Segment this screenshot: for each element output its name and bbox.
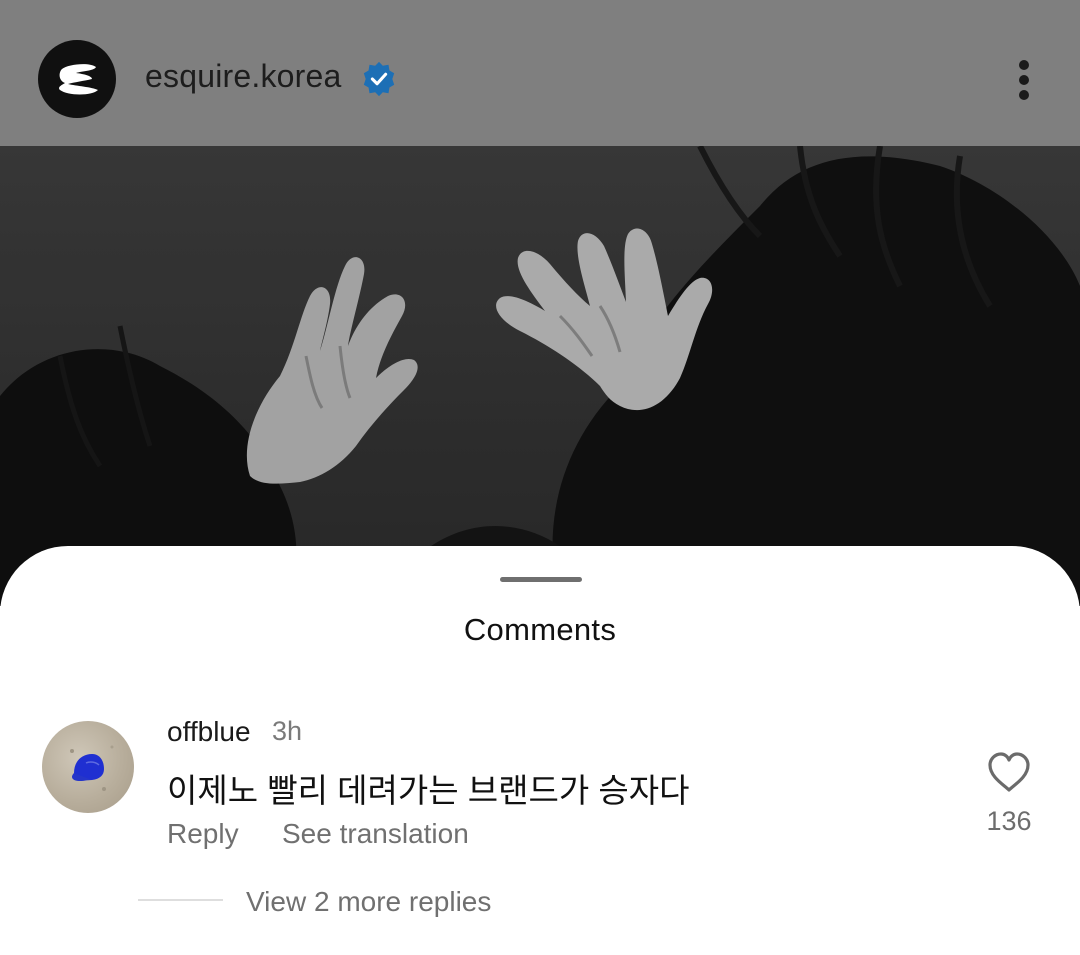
view-more-replies-button[interactable]: View 2 more replies (246, 886, 491, 918)
heart-icon[interactable] (986, 750, 1032, 794)
more-options-button[interactable] (1004, 56, 1044, 104)
blue-cap-icon (70, 745, 114, 791)
sheet-title: Comments (463, 612, 617, 647)
profile-avatar[interactable] (38, 40, 116, 118)
sheet-drag-handle[interactable] (500, 577, 582, 582)
post-photo (0, 146, 1080, 606)
reply-button[interactable]: Reply (167, 818, 239, 850)
comment-avatar[interactable] (42, 721, 134, 813)
post-username[interactable]: esquire.korea (145, 58, 342, 95)
verified-badge-icon (363, 61, 395, 97)
comment-username[interactable]: offblue (167, 716, 251, 748)
comment-timestamp: 3h (272, 716, 303, 746)
comment-text: 이제노 빨리 데려가는 브랜드가 승자다 (167, 772, 690, 809)
esquire-e-logo-icon (59, 64, 98, 95)
vertical-dots-icon (1019, 60, 1029, 70)
see-translation-button[interactable]: See translation (282, 818, 469, 850)
post-header: esquire.korea (0, 0, 1080, 146)
comments-sheet: Comments offblue 3h 이제노 빨리 데려가는 브랜드가 승자다… (0, 546, 1080, 955)
like-count: 136 (986, 806, 1032, 836)
replies-divider (138, 899, 223, 901)
